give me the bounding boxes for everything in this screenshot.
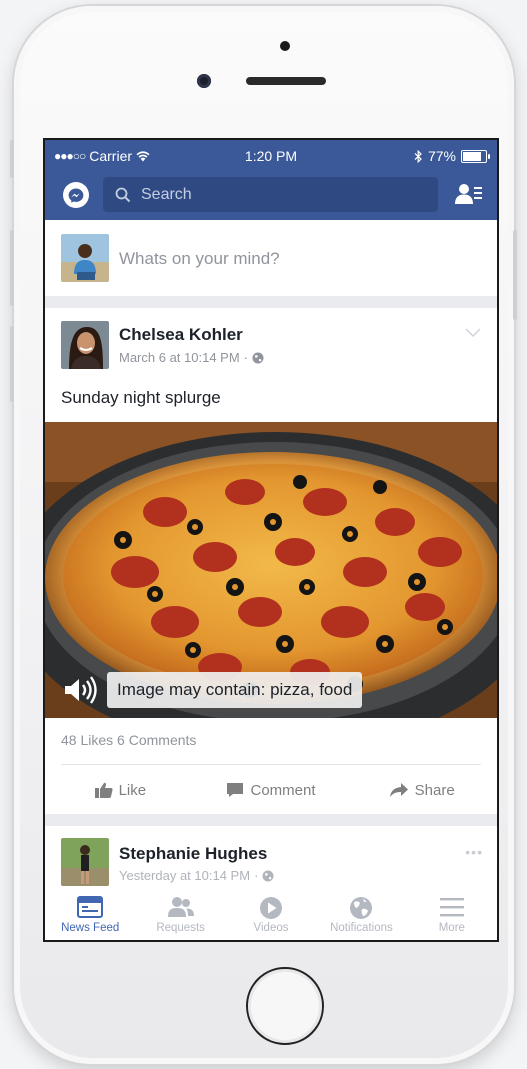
friend-requests-icon [167, 897, 194, 917]
post-meta: March 6 at 10:14 PM · [119, 350, 264, 365]
post-timestamp[interactable]: March 6 at 10:14 PM [119, 350, 240, 365]
earpiece-speaker [246, 77, 326, 85]
post-author-name[interactable]: Chelsea Kohler [119, 325, 243, 345]
thumbs-up-icon [94, 782, 113, 798]
status-composer[interactable]: Whats on your mind? [45, 220, 497, 296]
like-button[interactable]: Like [45, 770, 196, 810]
share-arrow-icon [389, 783, 408, 797]
tab-label: News Feed [61, 922, 120, 934]
tab-label: Requests [156, 922, 205, 934]
status-bar: ●●●○○ Carrier 1:20 PM 77% [45, 140, 497, 172]
tab-requests[interactable]: Requests [135, 890, 225, 940]
more-options-icon[interactable]: ••• [465, 844, 483, 860]
tab-notifications[interactable]: Notifications [316, 890, 406, 940]
friends-list-icon[interactable] [455, 182, 483, 211]
chevron-down-icon[interactable] [465, 328, 481, 338]
divider [61, 764, 481, 765]
search-icon [115, 187, 131, 202]
search-input[interactable] [139, 184, 423, 205]
meta-separator: · [254, 868, 259, 883]
alt-text-label: Image may contain: pizza, food [107, 672, 363, 708]
messenger-icon[interactable] [63, 182, 89, 208]
news-feed-icon [77, 896, 104, 918]
meta-separator: · [243, 350, 249, 365]
comment-bubble-icon [227, 783, 244, 797]
current-user-avatar [61, 234, 109, 282]
hamburger-menu-icon [439, 898, 464, 917]
feed-post: Chelsea Kohler March 6 at 10:14 PM · Sun… [45, 308, 497, 814]
globe-privacy-icon [262, 870, 274, 881]
author-avatar[interactable] [61, 321, 109, 369]
post-timestamp[interactable]: Yesterday at 10:14 PM [119, 868, 250, 883]
post-text: Sunday night splurge [61, 388, 221, 407]
post-meta: Yesterday at 10:14 PM · [119, 868, 274, 883]
volume-down-button[interactable] [10, 326, 14, 402]
home-button[interactable] [246, 967, 324, 1045]
tab-label: More [438, 922, 465, 934]
bluetooth-icon [414, 149, 422, 163]
volume-up-button[interactable] [10, 230, 14, 306]
tab-label: Videos [253, 922, 289, 934]
tab-more[interactable]: More [407, 890, 497, 940]
share-button[interactable]: Share [346, 770, 497, 810]
share-label: Share [414, 781, 455, 799]
search-box[interactable] [103, 177, 438, 212]
video-play-icon [260, 897, 283, 919]
post-actions: Like Comment Share [45, 770, 497, 810]
proximity-sensor [280, 41, 290, 51]
top-bar: ●●●○○ Carrier 1:20 PM 77% [45, 140, 497, 220]
battery-icon [461, 149, 490, 163]
speaker-audio-icon[interactable] [63, 676, 99, 704]
composer-prompt: Whats on your mind? [119, 249, 280, 268]
tab-bar: News Feed Requests Videos Notifications … [45, 890, 497, 940]
mute-switch[interactable] [10, 140, 14, 178]
post-author-name[interactable]: Stephanie Hughes [119, 844, 267, 864]
comment-button[interactable]: Comment [196, 770, 347, 810]
tab-videos[interactable]: Videos [226, 890, 316, 940]
app-screen: ●●●○○ Carrier 1:20 PM 77% Search Whats o… [43, 138, 499, 942]
front-camera [197, 74, 211, 88]
author-avatar[interactable] [61, 838, 109, 886]
like-label: Like [118, 781, 147, 799]
reaction-counts[interactable]: 48 Likes 6 Comments [61, 732, 196, 748]
tab-news-feed[interactable]: News Feed [45, 890, 135, 940]
comments-count[interactable]: 6 Comments [117, 732, 196, 748]
likes-count[interactable]: 48 Likes [61, 732, 113, 748]
tab-label: Notifications [330, 922, 393, 934]
post-photo[interactable]: Image may contain: pizza, food [45, 422, 497, 718]
globe-icon [350, 897, 373, 919]
comment-label: Comment [250, 781, 316, 799]
power-button[interactable] [513, 230, 517, 320]
globe-privacy-icon [252, 352, 264, 363]
battery-percent: 77% [427, 148, 456, 164]
